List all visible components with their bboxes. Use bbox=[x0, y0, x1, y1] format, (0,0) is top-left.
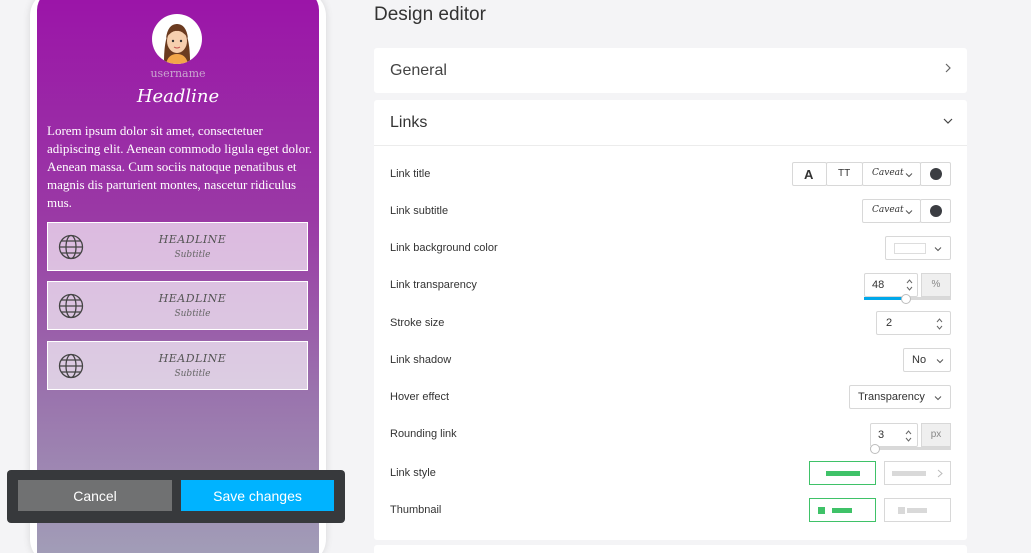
chevron-right-icon bbox=[937, 469, 943, 478]
style-preview-bar bbox=[826, 471, 860, 476]
link-bg-color-picker[interactable] bbox=[885, 236, 951, 260]
style-preview-bar bbox=[892, 471, 926, 476]
preview-link-title: HEADLINE bbox=[158, 233, 227, 246]
font-value: Caveat bbox=[872, 168, 904, 178]
link-subtitle-color-picker[interactable] bbox=[920, 199, 951, 223]
general-panel-title: General bbox=[390, 62, 447, 79]
uppercase-glyph: TT bbox=[838, 168, 851, 179]
thumbnail-option-none[interactable] bbox=[884, 498, 951, 522]
save-bar: Cancel Save changes bbox=[7, 470, 345, 523]
preview-link-title: HEADLINE bbox=[158, 292, 227, 305]
page-title: Design editor bbox=[374, 4, 486, 25]
uppercase-toggle[interactable]: TT bbox=[826, 162, 863, 186]
spinner-arrows-icon[interactable] bbox=[906, 278, 913, 292]
rounding-slider-track[interactable] bbox=[870, 447, 951, 450]
link-title-color-picker[interactable] bbox=[920, 162, 951, 186]
link-shadow-select[interactable]: No bbox=[903, 348, 951, 372]
preview-link-title: HEADLINE bbox=[158, 352, 227, 365]
rounding-slider-handle[interactable] bbox=[870, 444, 880, 454]
stroke-size-value: 2 bbox=[886, 317, 893, 329]
transparency-slider-handle[interactable] bbox=[901, 294, 911, 304]
chevron-down-icon bbox=[905, 173, 913, 178]
link-subtitle-font-select[interactable]: Caveat bbox=[862, 199, 921, 223]
preview-link-1[interactable]: HEADLINE Subtitle bbox=[47, 222, 308, 271]
transparency-slider-fill bbox=[864, 297, 906, 300]
general-panel[interactable]: General bbox=[374, 48, 967, 93]
hover-effect-value: Transparency bbox=[858, 391, 925, 403]
preview-link-2[interactable]: HEADLINE Subtitle bbox=[47, 281, 308, 330]
preview-bio: Lorem ipsum dolor sit amet, consectetuer… bbox=[47, 123, 312, 210]
globe-icon bbox=[58, 293, 84, 319]
stroke-size-label: Stroke size bbox=[390, 317, 445, 329]
preview-username: username bbox=[150, 67, 206, 80]
link-transparency-input[interactable]: 48 bbox=[864, 273, 918, 297]
link-title-font-select[interactable]: Caveat bbox=[862, 162, 921, 186]
stroke-size-input[interactable]: 2 bbox=[876, 311, 951, 335]
chevron-down-icon bbox=[936, 359, 944, 364]
bold-glyph: A bbox=[804, 167, 814, 182]
color-swatch bbox=[894, 243, 926, 254]
link-shadow-label: Link shadow bbox=[390, 354, 452, 366]
divider bbox=[374, 145, 967, 146]
color-swatch bbox=[930, 168, 942, 180]
link-shadow-value: No bbox=[912, 354, 927, 366]
transparency-value: 48 bbox=[872, 279, 885, 291]
chevron-down-icon bbox=[905, 210, 913, 215]
link-style-label: Link style bbox=[390, 467, 436, 479]
links-panel-title: Links bbox=[390, 114, 428, 131]
globe-icon bbox=[58, 353, 84, 379]
link-transparency-label: Link transparency bbox=[390, 279, 477, 291]
hover-effect-select[interactable]: Transparency bbox=[849, 385, 951, 409]
thumbnail-bar bbox=[832, 508, 852, 513]
thumbnail-label: Thumbnail bbox=[390, 504, 442, 516]
link-subtitle-label: Link subtitle bbox=[390, 205, 449, 217]
percent-unit: % bbox=[921, 273, 951, 297]
color-swatch bbox=[930, 205, 942, 217]
preview-link-subtitle: Subtitle bbox=[174, 309, 211, 319]
globe-icon bbox=[58, 234, 84, 260]
link-style-option-filled[interactable] bbox=[809, 461, 876, 485]
preview-headline: Headline bbox=[136, 86, 220, 107]
chevron-down-icon bbox=[934, 247, 942, 252]
preview-link-subtitle: Subtitle bbox=[174, 369, 211, 379]
links-panel: Links Link title A TT Caveat Link subtit… bbox=[374, 100, 967, 540]
preview-link-subtitle: Subtitle bbox=[174, 250, 211, 260]
avatar bbox=[152, 14, 202, 64]
thumbnail-square bbox=[898, 507, 905, 514]
bold-toggle[interactable]: A bbox=[792, 162, 827, 186]
rounding-link-label: Rounding link bbox=[390, 428, 457, 440]
thumbnail-bar bbox=[907, 508, 927, 513]
cancel-button[interactable]: Cancel bbox=[18, 480, 172, 511]
link-bg-color-label: Link background color bbox=[390, 242, 498, 254]
thumbnail-option-left[interactable] bbox=[809, 498, 876, 522]
link-title-label: Link title bbox=[390, 168, 431, 180]
px-unit: px bbox=[921, 423, 951, 447]
chevron-right-icon[interactable] bbox=[943, 63, 953, 73]
link-style-option-outline[interactable] bbox=[884, 461, 951, 485]
next-panel[interactable] bbox=[374, 545, 967, 553]
rounding-link-input[interactable]: 3 bbox=[870, 423, 918, 447]
thumbnail-square bbox=[818, 507, 825, 514]
save-changes-button[interactable]: Save changes bbox=[181, 480, 334, 511]
spinner-arrows-icon[interactable] bbox=[936, 317, 943, 331]
rounding-value: 3 bbox=[878, 429, 885, 441]
chevron-down-icon bbox=[934, 396, 942, 401]
chevron-down-icon[interactable] bbox=[943, 116, 953, 126]
spinner-arrows-icon[interactable] bbox=[905, 429, 912, 443]
hover-effect-label: Hover effect bbox=[390, 391, 450, 403]
font-value: Caveat bbox=[872, 205, 904, 215]
preview-link-3[interactable]: HEADLINE Subtitle bbox=[47, 341, 308, 390]
